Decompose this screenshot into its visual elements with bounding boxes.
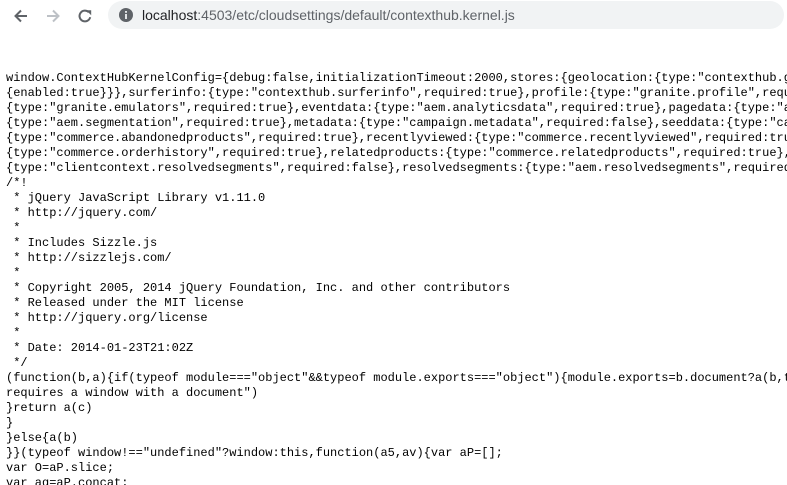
source-code-view: window.ContextHubKernelConfig={debug:fal… [6, 71, 787, 485]
code-line: {enabled:true}}},surferinfo:{type:"conte… [6, 86, 787, 100]
code-line: * [6, 221, 21, 235]
back-button[interactable] [9, 4, 33, 28]
code-line: {type:"commerce.abandonedproducts",requi… [6, 131, 787, 145]
code-line: {type:"commerce.orderhistory",required:t… [6, 146, 787, 160]
code-line: * Copyright 2005, 2014 jQuery Foundation… [6, 281, 511, 295]
address-bar[interactable]: localhost:4503/etc/cloudsettings/default… [108, 1, 784, 29]
code-line: }return a(c) [6, 401, 93, 415]
code-line: requires a window with a document") [6, 386, 259, 400]
code-line: {type:"aem.segmentation",required:true},… [6, 116, 787, 130]
reload-icon [78, 9, 92, 23]
code-line: var aq=aP.concat; [6, 476, 129, 485]
info-icon [119, 8, 133, 22]
code-line: * http://jquery.com/ [6, 206, 158, 220]
code-line: var O=aP.slice; [6, 461, 115, 475]
code-line: {type:"clientcontext.resolvedsegments",r… [6, 161, 787, 175]
code-line: window.ContextHubKernelConfig={debug:fal… [6, 71, 787, 85]
code-line: * http://sizzlejs.com/ [6, 251, 172, 265]
url-host: localhost [142, 7, 198, 23]
reload-button[interactable] [73, 4, 97, 28]
url-port-path: :4503/etc/cloudsettings/default/contexth… [197, 7, 515, 23]
code-line: } [6, 416, 14, 430]
browser-toolbar: localhost:4503/etc/cloudsettings/default… [0, 0, 787, 32]
code-line: * jQuery JavaScript Library v1.11.0 [6, 191, 266, 205]
arrow-left-icon [14, 9, 27, 23]
code-line: /*! [6, 176, 28, 190]
code-line: * Released under the MIT license [6, 296, 244, 310]
code-line: * [6, 266, 21, 280]
code-line: }}(typeof window!=="undefined"?window:th… [6, 446, 503, 460]
forward-button[interactable] [41, 4, 65, 28]
url-text[interactable]: localhost:4503/etc/cloudsettings/default… [142, 7, 515, 23]
code-line: (function(b,a){if(typeof module==="objec… [6, 371, 787, 385]
code-line: */ [6, 356, 28, 370]
code-line: * Includes Sizzle.js [6, 236, 158, 250]
code-line: * http://jquery.org/license [6, 311, 208, 325]
code-line: }else{a(b) [6, 431, 79, 445]
arrow-right-icon [47, 9, 60, 23]
code-line: * Date: 2014-01-23T21:02Z [6, 341, 194, 355]
code-line: * [6, 326, 21, 340]
site-info-button[interactable] [118, 7, 134, 23]
code-line: {type:"granite.emulators",required:true}… [6, 101, 787, 115]
